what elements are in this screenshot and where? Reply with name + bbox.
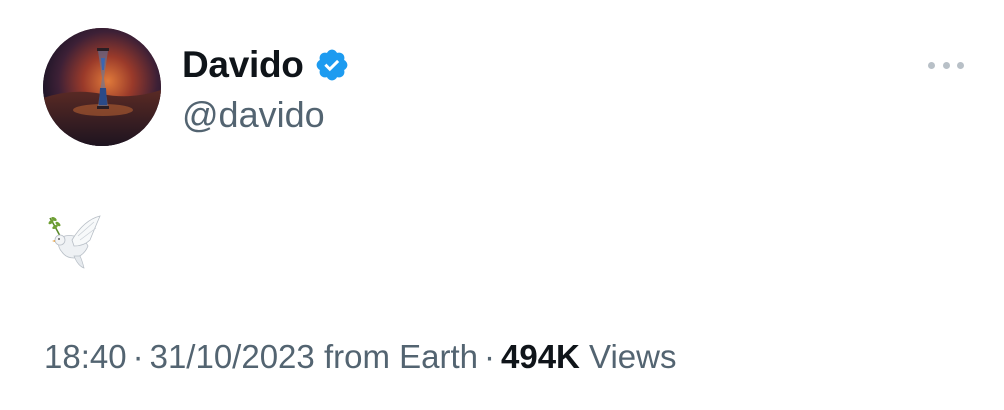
dot <box>957 61 964 69</box>
tweet-time[interactable]: 18:40 <box>44 338 127 375</box>
more-options-icon[interactable] <box>928 58 964 72</box>
dot <box>928 61 935 69</box>
display-name[interactable]: Davido <box>182 44 304 86</box>
separator: · <box>132 338 144 375</box>
tweet-meta: 18:40 · 31/10/2023 from Earth · 494K Views <box>44 338 676 376</box>
views-count[interactable]: 494K <box>501 338 580 375</box>
verified-badge-icon[interactable] <box>314 47 350 83</box>
tweet-card: Davido @davido 18:40 · 31/10/2023 from E… <box>0 0 1004 410</box>
avatar-image <box>43 28 161 146</box>
views-label: Views <box>589 338 677 375</box>
tweet-date[interactable]: 31/10/2023 <box>150 338 315 375</box>
tweet-text <box>44 210 104 270</box>
author-handle[interactable]: @davido <box>182 94 325 136</box>
dove-with-olive-branch-icon <box>48 215 101 269</box>
dot <box>942 61 950 69</box>
tweet-source: from Earth <box>323 338 478 375</box>
author-name-row: Davido <box>182 42 350 88</box>
separator: · <box>483 338 495 375</box>
avatar[interactable] <box>43 28 161 146</box>
